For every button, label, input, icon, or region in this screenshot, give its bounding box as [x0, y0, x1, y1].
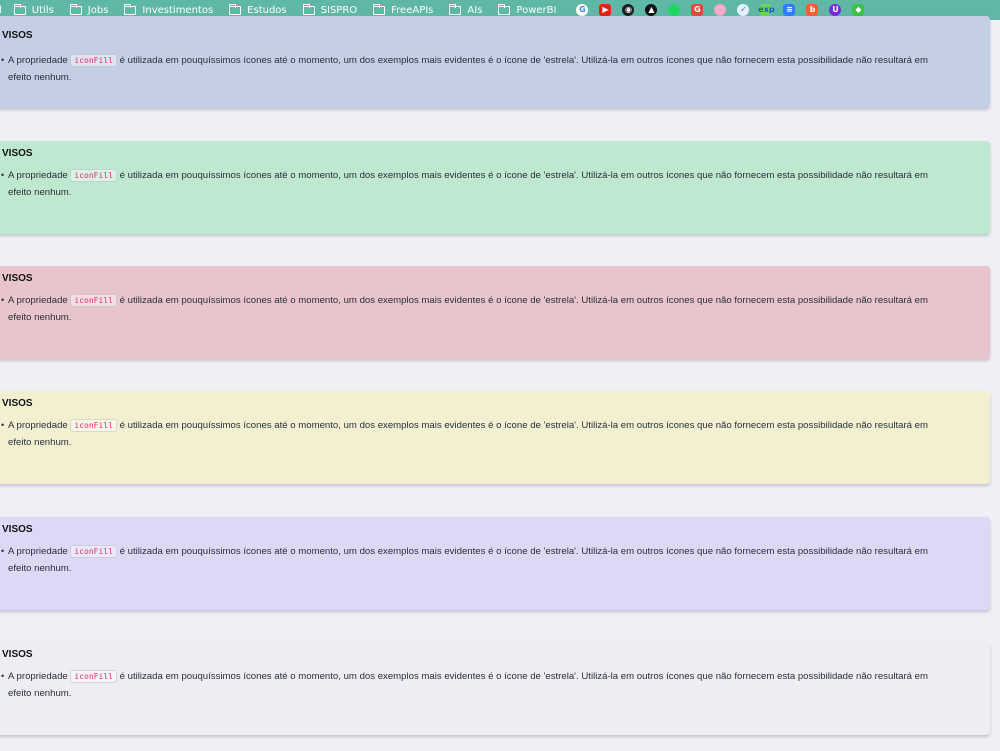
callout-warning: VISOS • A propriedade iconFill é utilizada…	[0, 642, 990, 735]
folder-icon	[13, 3, 26, 15]
folder-icon	[302, 3, 315, 15]
orange-square-icon[interactable]: b	[806, 4, 819, 16]
bookmark-folder-ais[interactable]: AIs	[449, 3, 483, 16]
inline-code: iconFill	[70, 545, 117, 558]
callout-warning: VISOS • A propriedade iconFill é utilizada…	[0, 266, 990, 359]
bookmark-folder-investimentos[interactable]: Investimentos	[124, 3, 214, 16]
bookmark-folder-label: AIs	[467, 4, 483, 16]
bookmark-folder-label: SISPRO	[320, 4, 358, 16]
callout-text-before: A propriedade	[8, 671, 71, 682]
bookmark-folder-jobs[interactable]: Jobs	[69, 3, 109, 16]
bookmark-folder-utils[interactable]: Utils	[13, 3, 54, 16]
callout-text-after: é utilizada em pouquíssimos ícones até o…	[8, 546, 928, 574]
callout-text-after: é utilizada em pouquíssimos ícones até o…	[8, 671, 928, 699]
purple-circle-icon[interactable]: U	[829, 4, 842, 16]
bullet-icon: •	[1, 671, 5, 681]
callout-list-item: • A propriedade iconFill é utilizada em p…	[1, 292, 953, 326]
callout-warning: VISOS • A propriedade iconFill é utilizada…	[0, 517, 990, 610]
callout-title: VISOS	[2, 148, 33, 159]
bookmark-folder-label: Utils	[31, 4, 54, 16]
bookmark-folder-label: PowerBI	[516, 4, 557, 16]
callout-list-item: • A propriedade iconFill é utilizada em p…	[1, 167, 953, 201]
google-icon[interactable]: G	[576, 4, 589, 16]
bookmark-folder-label: Estudos	[247, 4, 287, 16]
pink-circle-icon[interactable]: ◌	[714, 4, 727, 16]
blue-square-icon[interactable]: ≡	[783, 4, 796, 16]
callout-warning: VISOS • A propriedade iconFill é utilizada…	[0, 141, 990, 234]
callout-text-before: A propriedade	[8, 170, 71, 181]
bullet-icon: •	[1, 55, 5, 65]
bullet-icon: •	[1, 546, 5, 556]
bookmark-truncated[interactable]: l	[0, 5, 2, 16]
spotify-icon[interactable]: ●	[668, 4, 681, 16]
callout-warning: VISOS • A propriedade iconFill é utilizada…	[0, 16, 990, 108]
folder-icon	[498, 3, 511, 15]
callout-list-item: • A propriedade iconFill é utilizada em p…	[1, 52, 953, 86]
callout-title: VISOS	[2, 524, 33, 535]
callout-list-item: • A propriedade iconFill é utilizada em p…	[1, 668, 953, 702]
bookmark-folder-label: Investimentos	[142, 4, 214, 16]
bookmark-folder-label: FreeAPIs	[391, 4, 434, 16]
callout-list-item: • A propriedade iconFill é utilizada em p…	[1, 543, 953, 577]
callout-text-before: A propriedade	[8, 295, 71, 306]
bookmark-folder-powerbi[interactable]: PowerBI	[498, 3, 557, 16]
github-icon[interactable]: ◉	[622, 4, 635, 16]
folder-icon	[449, 3, 462, 15]
bookmark-app-icons: G ▶ ◉ ▲ ● G ◌ ✓ exp ≡ b U ◆	[576, 4, 875, 16]
inline-code: iconFill	[70, 419, 117, 432]
callout-text-after: é utilizada em pouquíssimos ícones até o…	[8, 55, 928, 83]
callout-text-after: é utilizada em pouquíssimos ícones até o…	[8, 420, 928, 448]
check-icon[interactable]: ✓	[737, 4, 750, 16]
bullet-icon: •	[1, 420, 5, 430]
folder-icon	[124, 3, 137, 15]
callout-list-item: • A propriedade iconFill é utilizada em p…	[1, 417, 953, 451]
callout-text-before: A propriedade	[8, 546, 71, 557]
bullet-icon: •	[1, 295, 5, 305]
inline-code: iconFill	[70, 670, 117, 683]
google-red-icon[interactable]: G	[691, 4, 704, 16]
callout-text-before: A propriedade	[8, 55, 71, 66]
bookmark-folder-sispro[interactable]: SISPRO	[302, 3, 358, 16]
bookmark-folder-estudos[interactable]: Estudos	[229, 3, 287, 16]
callout-title: VISOS	[2, 649, 33, 660]
folder-icon	[229, 3, 242, 15]
callout-title: VISOS	[2, 398, 33, 409]
callout-text-before: A propriedade	[8, 420, 71, 431]
bullet-icon: •	[1, 170, 5, 180]
exp-icon[interactable]: exp	[758, 4, 775, 16]
folder-icon	[373, 3, 386, 15]
callout-text-after: é utilizada em pouquíssimos ícones até o…	[8, 170, 928, 198]
youtube-icon[interactable]: ▶	[599, 4, 612, 16]
inline-code: iconFill	[70, 54, 117, 67]
vercel-icon[interactable]: ▲	[645, 4, 658, 16]
callout-title: VISOS	[2, 273, 33, 284]
callout-warning: VISOS • A propriedade iconFill é utilizada…	[0, 391, 990, 484]
green-square-icon[interactable]: ◆	[852, 4, 865, 16]
callout-title: VISOS	[2, 30, 33, 41]
bookmark-folder-freeapis[interactable]: FreeAPIs	[373, 3, 434, 16]
callout-text-after: é utilizada em pouquíssimos ícones até o…	[8, 295, 928, 323]
bookmark-folder-label: Jobs	[87, 4, 109, 16]
inline-code: iconFill	[70, 294, 117, 307]
folder-icon	[69, 3, 82, 15]
inline-code: iconFill	[70, 169, 117, 182]
